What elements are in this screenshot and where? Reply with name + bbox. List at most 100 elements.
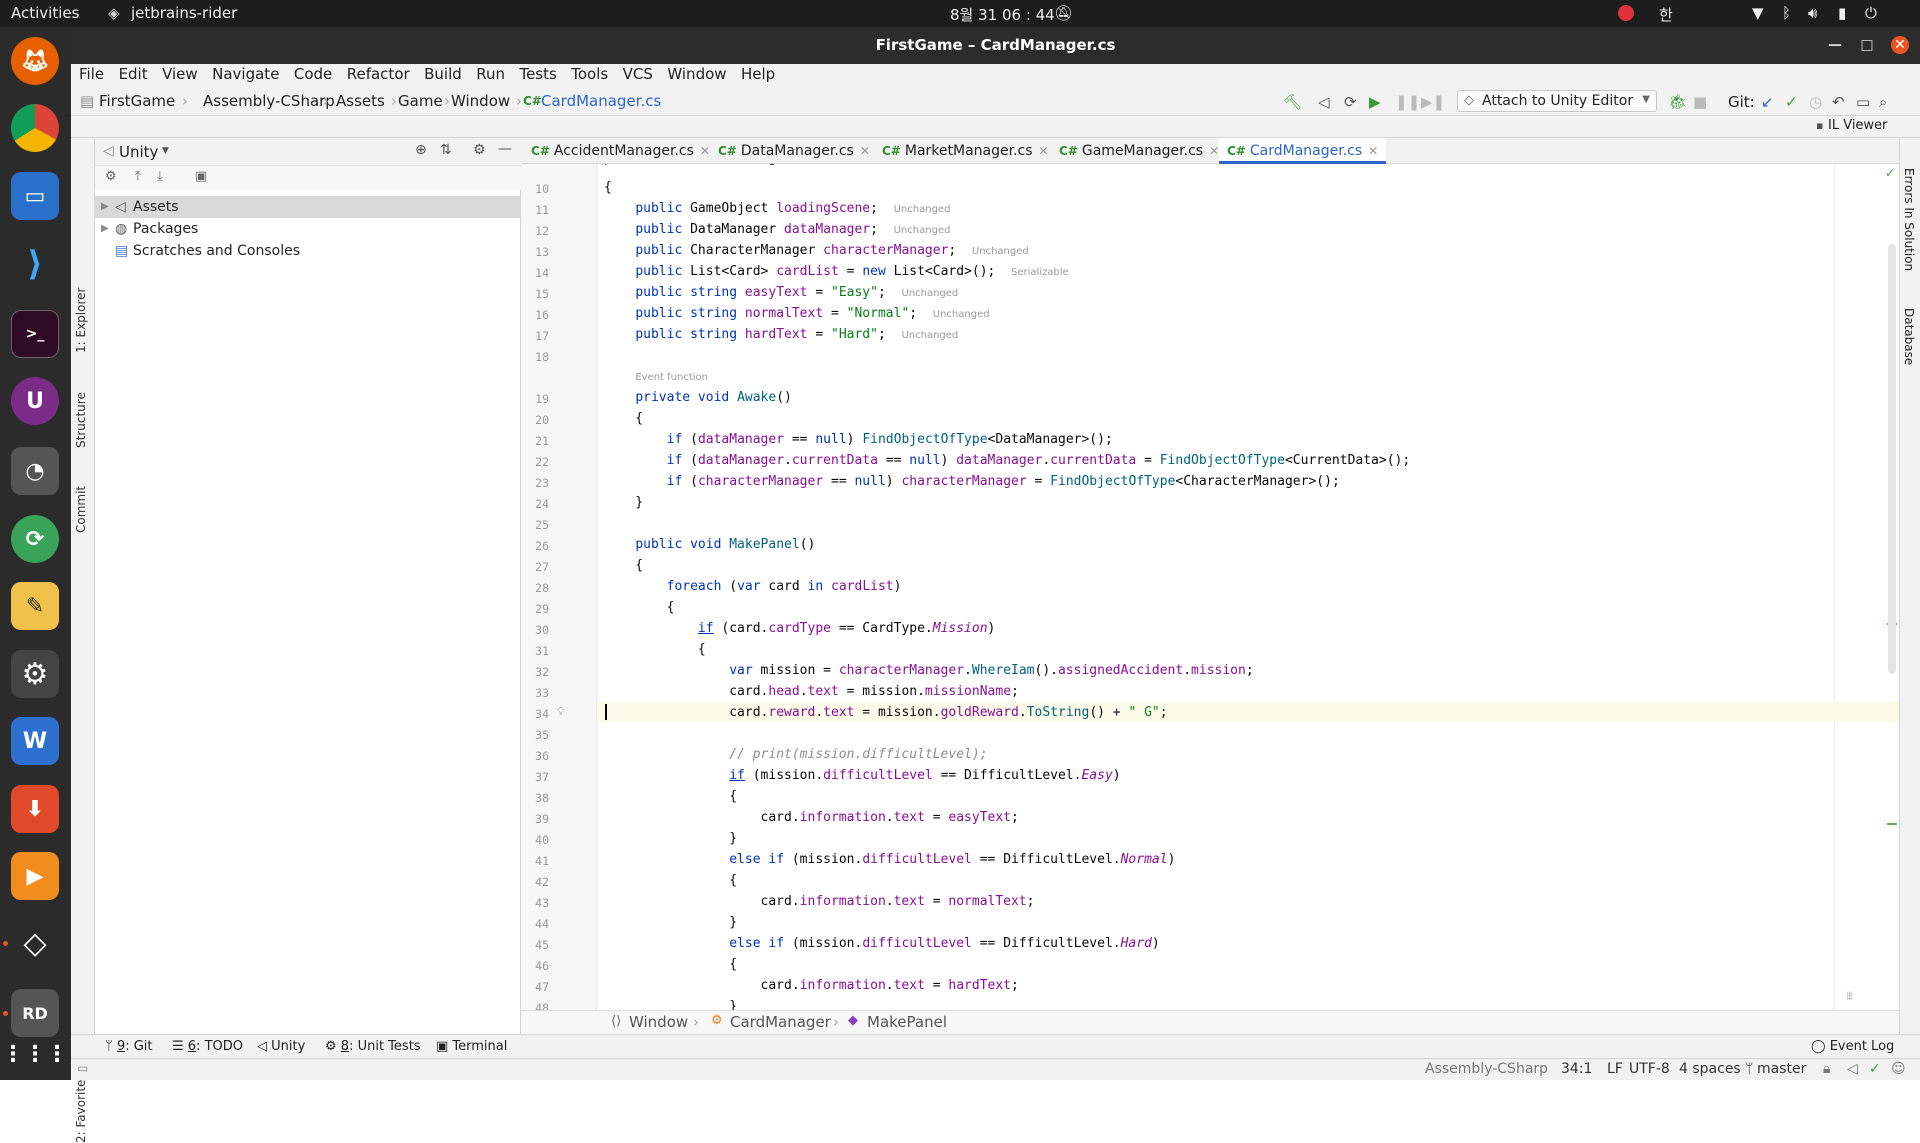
- layout-icon[interactable]: ▭: [1856, 93, 1870, 111]
- input-method[interactable]: 한: [1659, 4, 1673, 25]
- tab-cardmanager[interactable]: C# CardManager.cs ✕: [1219, 138, 1387, 164]
- close-tab-icon[interactable]: ✕: [1039, 144, 1049, 158]
- git-rollback-icon[interactable]: ↶: [1832, 93, 1845, 111]
- expand-icon[interactable]: ⤒: [135, 169, 141, 184]
- lightbulb-icon[interactable]: 💡︎: [557, 705, 565, 719]
- menu-tools[interactable]: Tools: [569, 65, 610, 83]
- tool-database[interactable]: Database: [1902, 308, 1916, 365]
- git-update-icon[interactable]: ↙: [1761, 93, 1774, 111]
- run-icon[interactable]: ▶: [1369, 93, 1381, 111]
- tab-gamemanager[interactable]: C# GameManager.cs ✕: [1059, 138, 1219, 164]
- video-editor-icon[interactable]: ⬇: [11, 785, 59, 833]
- step-icon[interactable]: ▶❚: [1421, 93, 1445, 111]
- breadcrumb-project[interactable]: FirstGame: [99, 92, 175, 110]
- tool-terminal[interactable]: ▣ Terminal: [436, 1039, 507, 1054]
- breadcrumb-window[interactable]: Window: [451, 92, 510, 110]
- tab-accidentmanager[interactable]: C# AccidentManager.cs ✕: [531, 138, 710, 164]
- collapse-icon[interactable]: ⇅: [440, 142, 452, 158]
- git-commit-icon[interactable]: ✓: [1785, 93, 1798, 111]
- activities-button[interactable]: Activities: [11, 4, 79, 22]
- do-not-disturb-icon[interactable]: [1618, 5, 1634, 21]
- close-icon[interactable]: ✕: [1891, 36, 1909, 54]
- tool-favorites[interactable]: 2: Favorites: [74, 1073, 88, 1143]
- wps-writer-icon[interactable]: W: [11, 717, 59, 765]
- inspection-ok-icon[interactable]: ✓: [1885, 166, 1895, 180]
- menu-tests[interactable]: Tests: [517, 65, 558, 83]
- minimize-icon[interactable]: —: [1826, 36, 1844, 54]
- tool-unity[interactable]: ◁ Unity: [257, 1039, 305, 1054]
- menu-code[interactable]: Code: [292, 65, 334, 83]
- view-dropdown[interactable]: Unity: [119, 143, 158, 161]
- unity-connection-icon[interactable]: ◁: [1847, 1061, 1858, 1077]
- status-assembly[interactable]: Assembly-CSharp: [1425, 1061, 1548, 1077]
- menu-file[interactable]: File: [77, 65, 106, 83]
- attach-debugger-icon[interactable]: ◁: [1318, 93, 1330, 111]
- layout-toggle-icon[interactable]: ▭: [77, 1061, 88, 1075]
- status-position[interactable]: 34:1: [1561, 1061, 1592, 1077]
- close-tab-icon[interactable]: ✕: [700, 144, 710, 158]
- vscode-icon[interactable]: ⟩: [11, 240, 59, 288]
- tree-item-assets[interactable]: ▶ ◁ Assets: [95, 196, 521, 218]
- collapse-all-icon[interactable]: ⤓: [157, 169, 163, 184]
- tree-item-scratches[interactable]: ▤ Scratches and Consoles: [95, 240, 521, 262]
- lock-icon[interactable]: 🔒︎: [1823, 1061, 1830, 1077]
- clock[interactable]: 8월 31 06 : 44: [950, 4, 1055, 25]
- breadcrumb-assembly[interactable]: Assembly-CSharp: [203, 92, 335, 110]
- tree-item-packages[interactable]: ▶ ◍ Packages: [95, 218, 521, 240]
- close-tab-icon[interactable]: ✕: [860, 144, 870, 158]
- run-configuration-select[interactable]: ◇ Attach to Unity Editor ▼: [1457, 90, 1657, 112]
- media-player-icon[interactable]: ▶: [11, 852, 59, 900]
- refresh-icon[interactable]: ⟳: [1344, 93, 1357, 111]
- tool-errors-in-solution[interactable]: Errors In Solution: [1902, 168, 1916, 271]
- menu-window[interactable]: Window: [665, 65, 728, 83]
- status-branch[interactable]: master: [1757, 1061, 1806, 1077]
- status-encoding[interactable]: UTF-8: [1629, 1061, 1670, 1077]
- menu-vcs[interactable]: VCS: [621, 65, 655, 83]
- show-applications-icon[interactable]: ⋮⋮⋮: [2, 1030, 68, 1078]
- locate-icon[interactable]: ⊕: [415, 142, 427, 158]
- battery-icon[interactable]: ▮: [1838, 4, 1846, 22]
- preview-icon[interactable]: ▣: [195, 169, 207, 184]
- debug-icon[interactable]: 🐞︎: [1668, 93, 1687, 111]
- event-log-button[interactable]: ◯ Event Log: [1811, 1039, 1894, 1054]
- terminal-icon[interactable]: >_: [11, 310, 59, 358]
- breadcrumb-file[interactable]: CardManager.cs: [541, 92, 661, 110]
- tab-datamanager[interactable]: C# DataManager.cs ✕: [718, 138, 870, 164]
- tool-git[interactable]: ᛘ 9: Git: [105, 1039, 153, 1054]
- chrome-icon[interactable]: [11, 104, 59, 152]
- gear-icon[interactable]: ⚙: [473, 142, 486, 158]
- crumb-namespace[interactable]: Window: [629, 1013, 688, 1031]
- menu-run[interactable]: Run: [474, 65, 507, 83]
- close-tab-icon[interactable]: ✕: [1368, 144, 1378, 158]
- search-icon[interactable]: ⌕: [1879, 93, 1887, 111]
- menu-navigate[interactable]: Navigate: [210, 65, 281, 83]
- sync-ok-icon[interactable]: ✓: [1869, 1061, 1881, 1077]
- update-icon[interactable]: ⟳: [11, 515, 59, 563]
- tool-structure[interactable]: Structure: [74, 392, 88, 448]
- tool-unit-tests[interactable]: ⚙ 8: Unit Tests: [325, 1039, 421, 1054]
- expand-arrow-icon[interactable]: ▶: [101, 201, 109, 212]
- crumb-class[interactable]: CardManager: [730, 1013, 831, 1031]
- breadcrumb-game[interactable]: Game: [398, 92, 443, 110]
- tool-todo[interactable]: ☰ 6: TODO: [172, 1039, 243, 1054]
- tool-explorer[interactable]: 1: Explorer: [74, 288, 88, 353]
- firefox-icon[interactable]: 🦊︎: [11, 37, 59, 85]
- unity-icon[interactable]: ◇: [11, 919, 59, 967]
- maximize-icon[interactable]: □: [1858, 36, 1876, 54]
- reader-mode-icon[interactable]: ⩩: [1846, 989, 1853, 1004]
- git-history-icon[interactable]: ◷: [1809, 93, 1822, 111]
- expand-arrow-icon[interactable]: ▶: [101, 223, 109, 234]
- files-icon[interactable]: ▭: [11, 172, 59, 220]
- wifi-icon[interactable]: ▼: [1752, 4, 1764, 22]
- ubuntu-software-icon[interactable]: U: [11, 377, 59, 425]
- editor-scrollbar[interactable]: [1888, 244, 1896, 674]
- status-line-separator[interactable]: LF: [1607, 1061, 1623, 1077]
- close-tab-icon[interactable]: ✕: [1209, 144, 1219, 158]
- menu-help[interactable]: Help: [739, 65, 777, 83]
- build-icon[interactable]: 🔨︎: [1283, 93, 1302, 111]
- bluetooth-icon[interactable]: ᛒ: [1782, 4, 1791, 22]
- power-icon[interactable]: ⏻: [1865, 4, 1877, 22]
- menu-refactor[interactable]: Refactor: [345, 65, 412, 83]
- chevron-down-icon[interactable]: ▼: [162, 146, 169, 156]
- code-editor[interactable]: 9 10 11 12 13 14 15 16 17 18 19 20 21 22…: [521, 164, 1899, 1010]
